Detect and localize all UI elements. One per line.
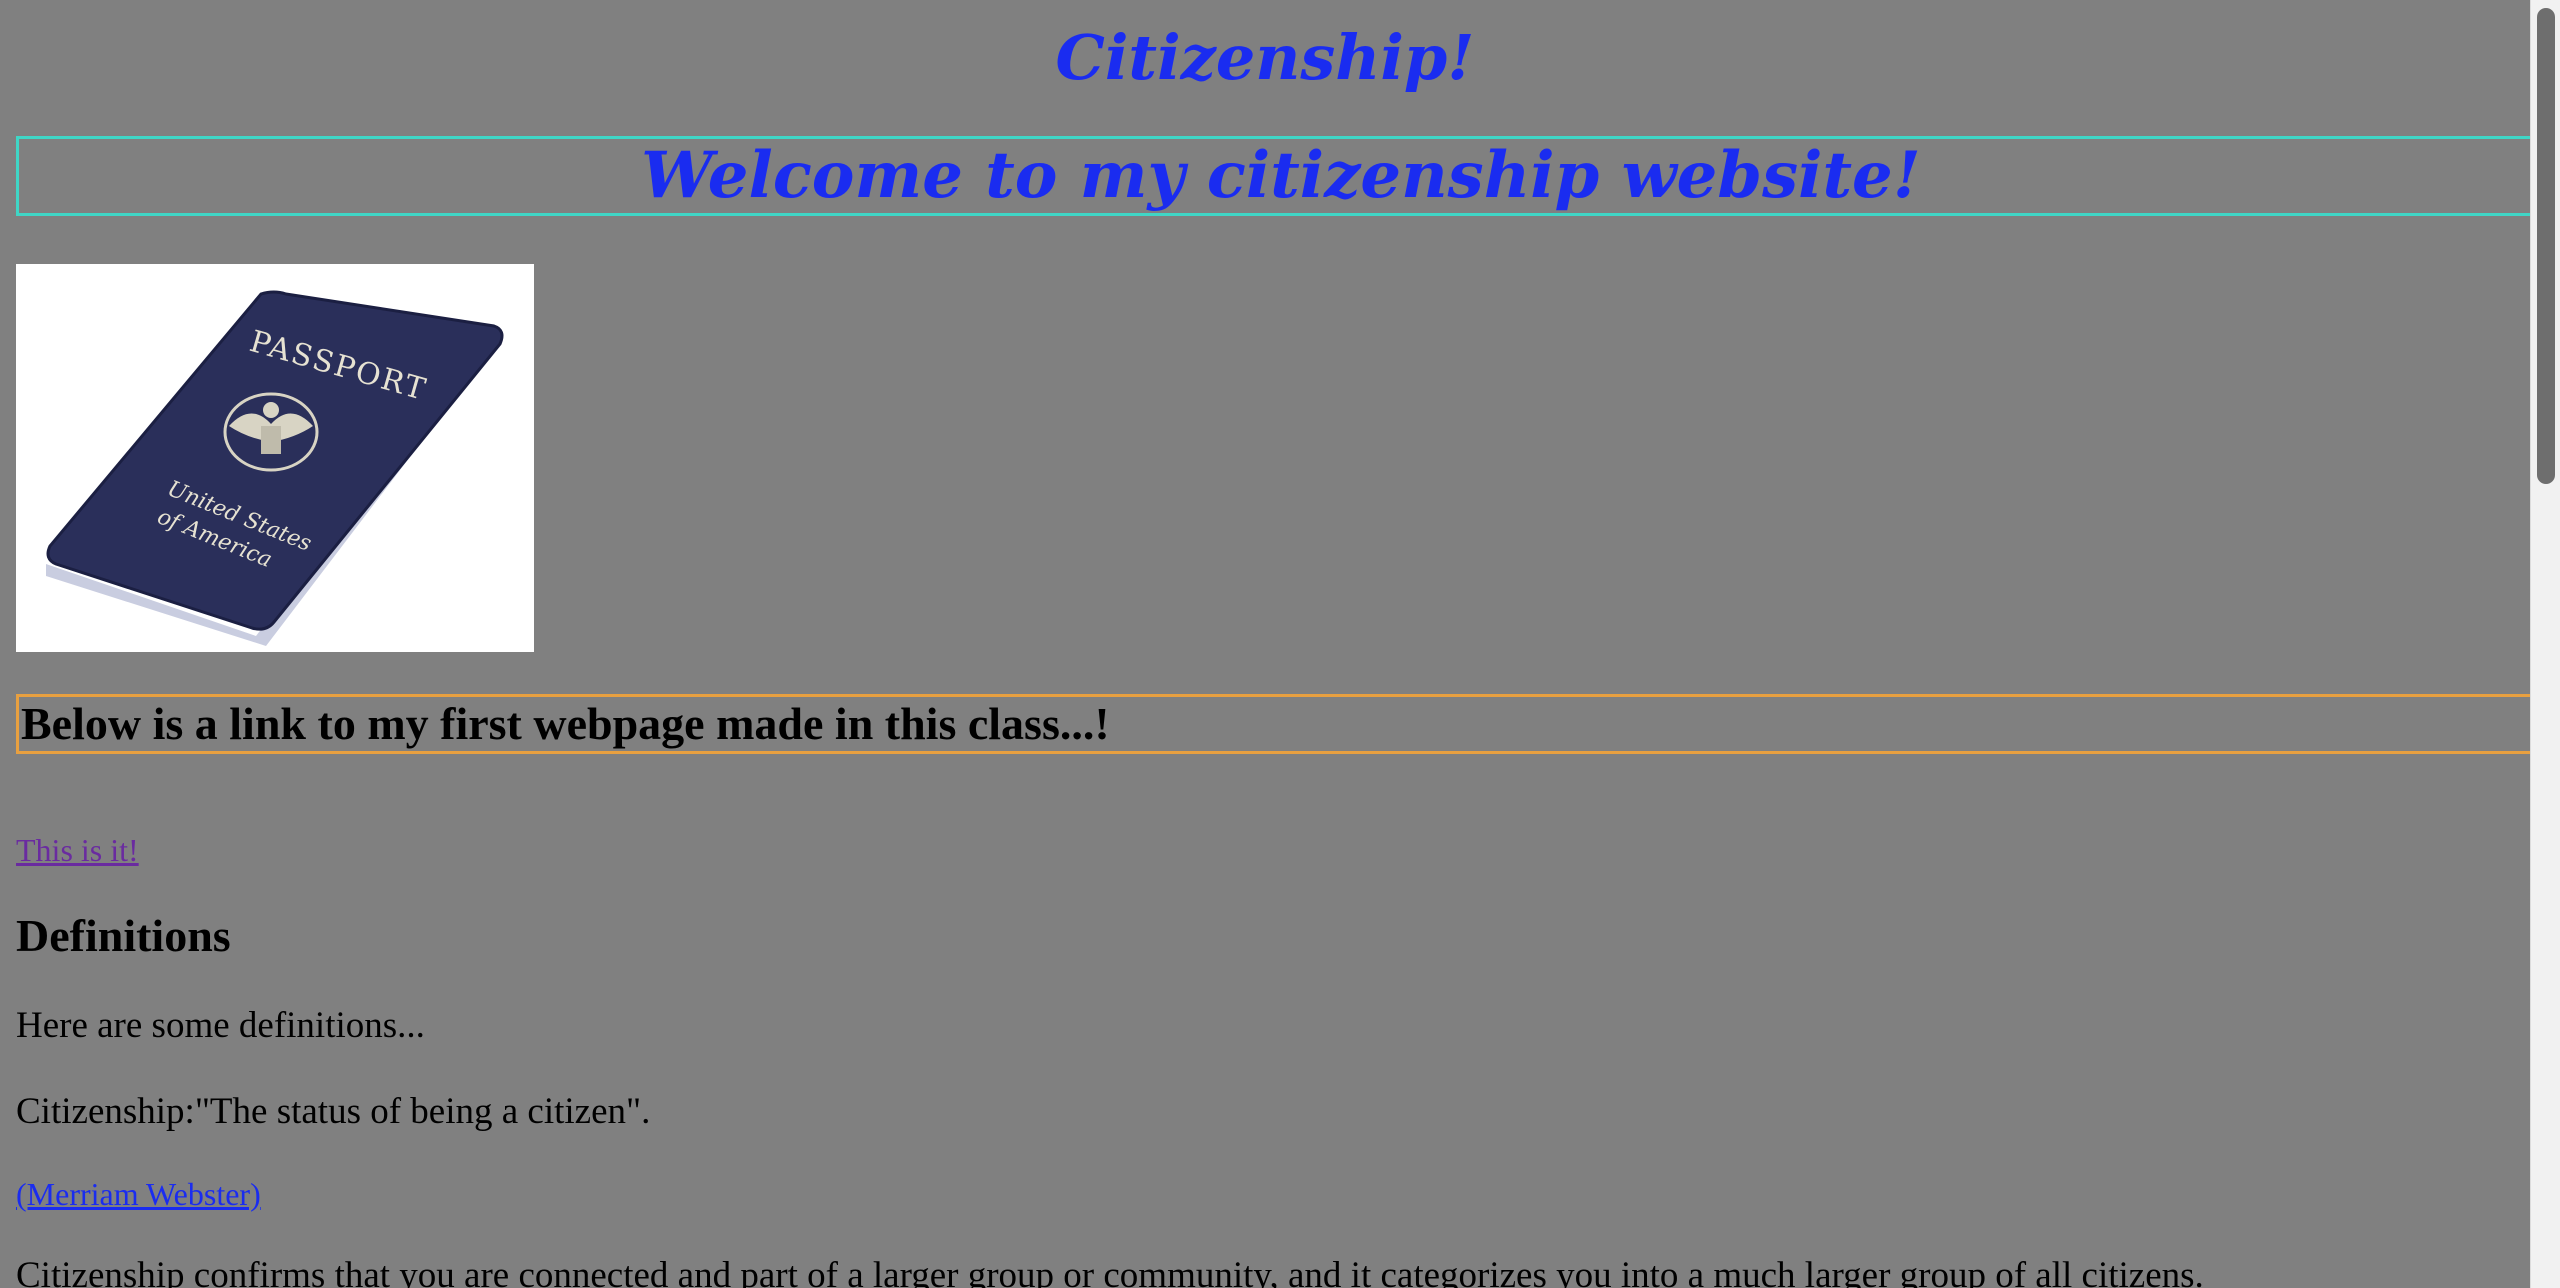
merriam-webster-link[interactable]: (Merriam Webster) — [16, 1174, 261, 1214]
welcome-banner: Welcome to my citizenship website! — [16, 136, 2530, 216]
passport-image: PASSPORT United States of America — [16, 264, 534, 652]
link-heading: Below is a link to my first webpage made… — [16, 694, 2530, 754]
citizenship-definition: Citizenship:"The status of being a citiz… — [16, 1091, 651, 1132]
first-webpage-link[interactable]: This is it! — [16, 830, 139, 870]
site-title: Citizenship! — [1055, 21, 1475, 94]
citizenship-paragraph: Citizenship confirms that you are connec… — [16, 1255, 2204, 1288]
definitions-heading: Definitions — [16, 910, 231, 961]
definitions-intro: Here are some definitions... — [16, 1005, 425, 1046]
scrollbar-thumb[interactable] — [2537, 8, 2555, 484]
vertical-scrollbar[interactable] — [2530, 0, 2560, 1288]
page-viewport: Citizenship! Welcome to my citizenship w… — [0, 0, 2530, 1288]
